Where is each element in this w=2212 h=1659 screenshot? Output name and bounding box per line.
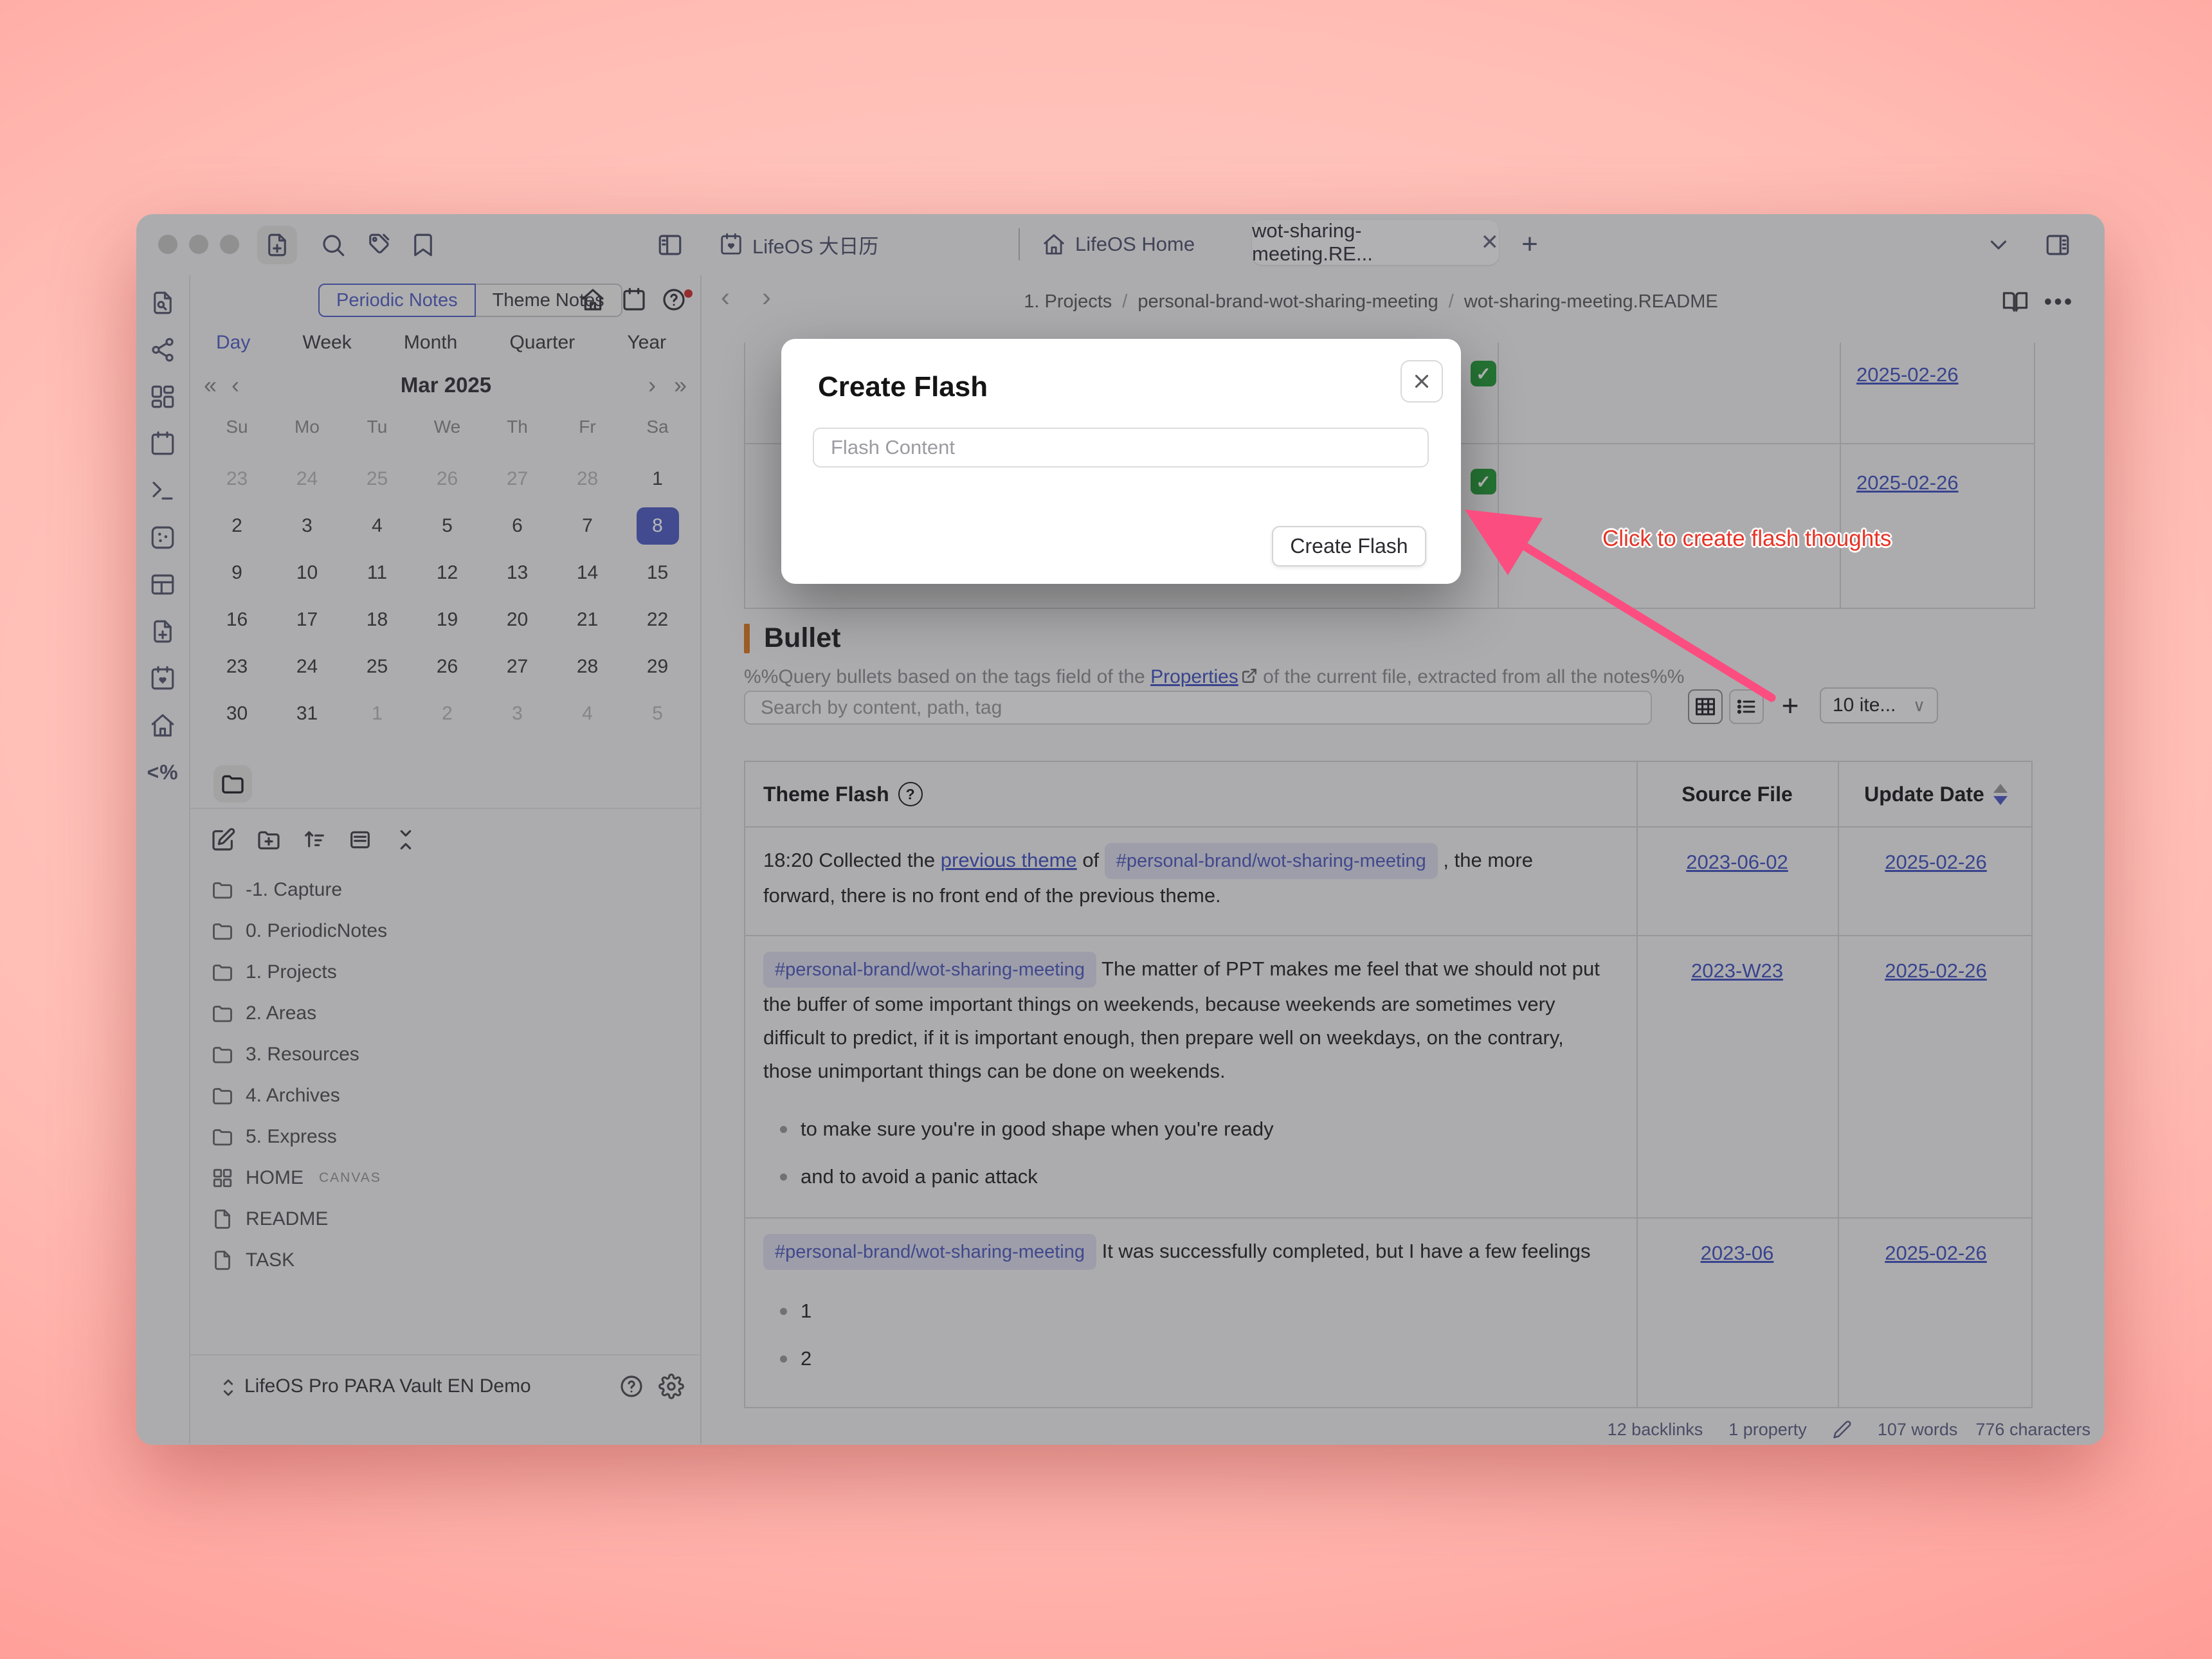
flash-content-input[interactable] <box>813 428 1429 467</box>
create-flash-modal: Create Flash Create Flash <box>781 339 1461 584</box>
create-flash-button[interactable]: Create Flash <box>1272 526 1426 567</box>
modal-title: Create Flash <box>818 371 988 403</box>
app-window: LifeOS 大日历 LifeOS Home wot-sharing-meeti… <box>136 214 2105 1445</box>
annotation-text: Click to create flash thoughts <box>1602 526 1891 552</box>
desktop: LifeOS 大日历 LifeOS Home wot-sharing-meeti… <box>0 0 2212 1659</box>
close-icon[interactable] <box>1401 360 1443 403</box>
